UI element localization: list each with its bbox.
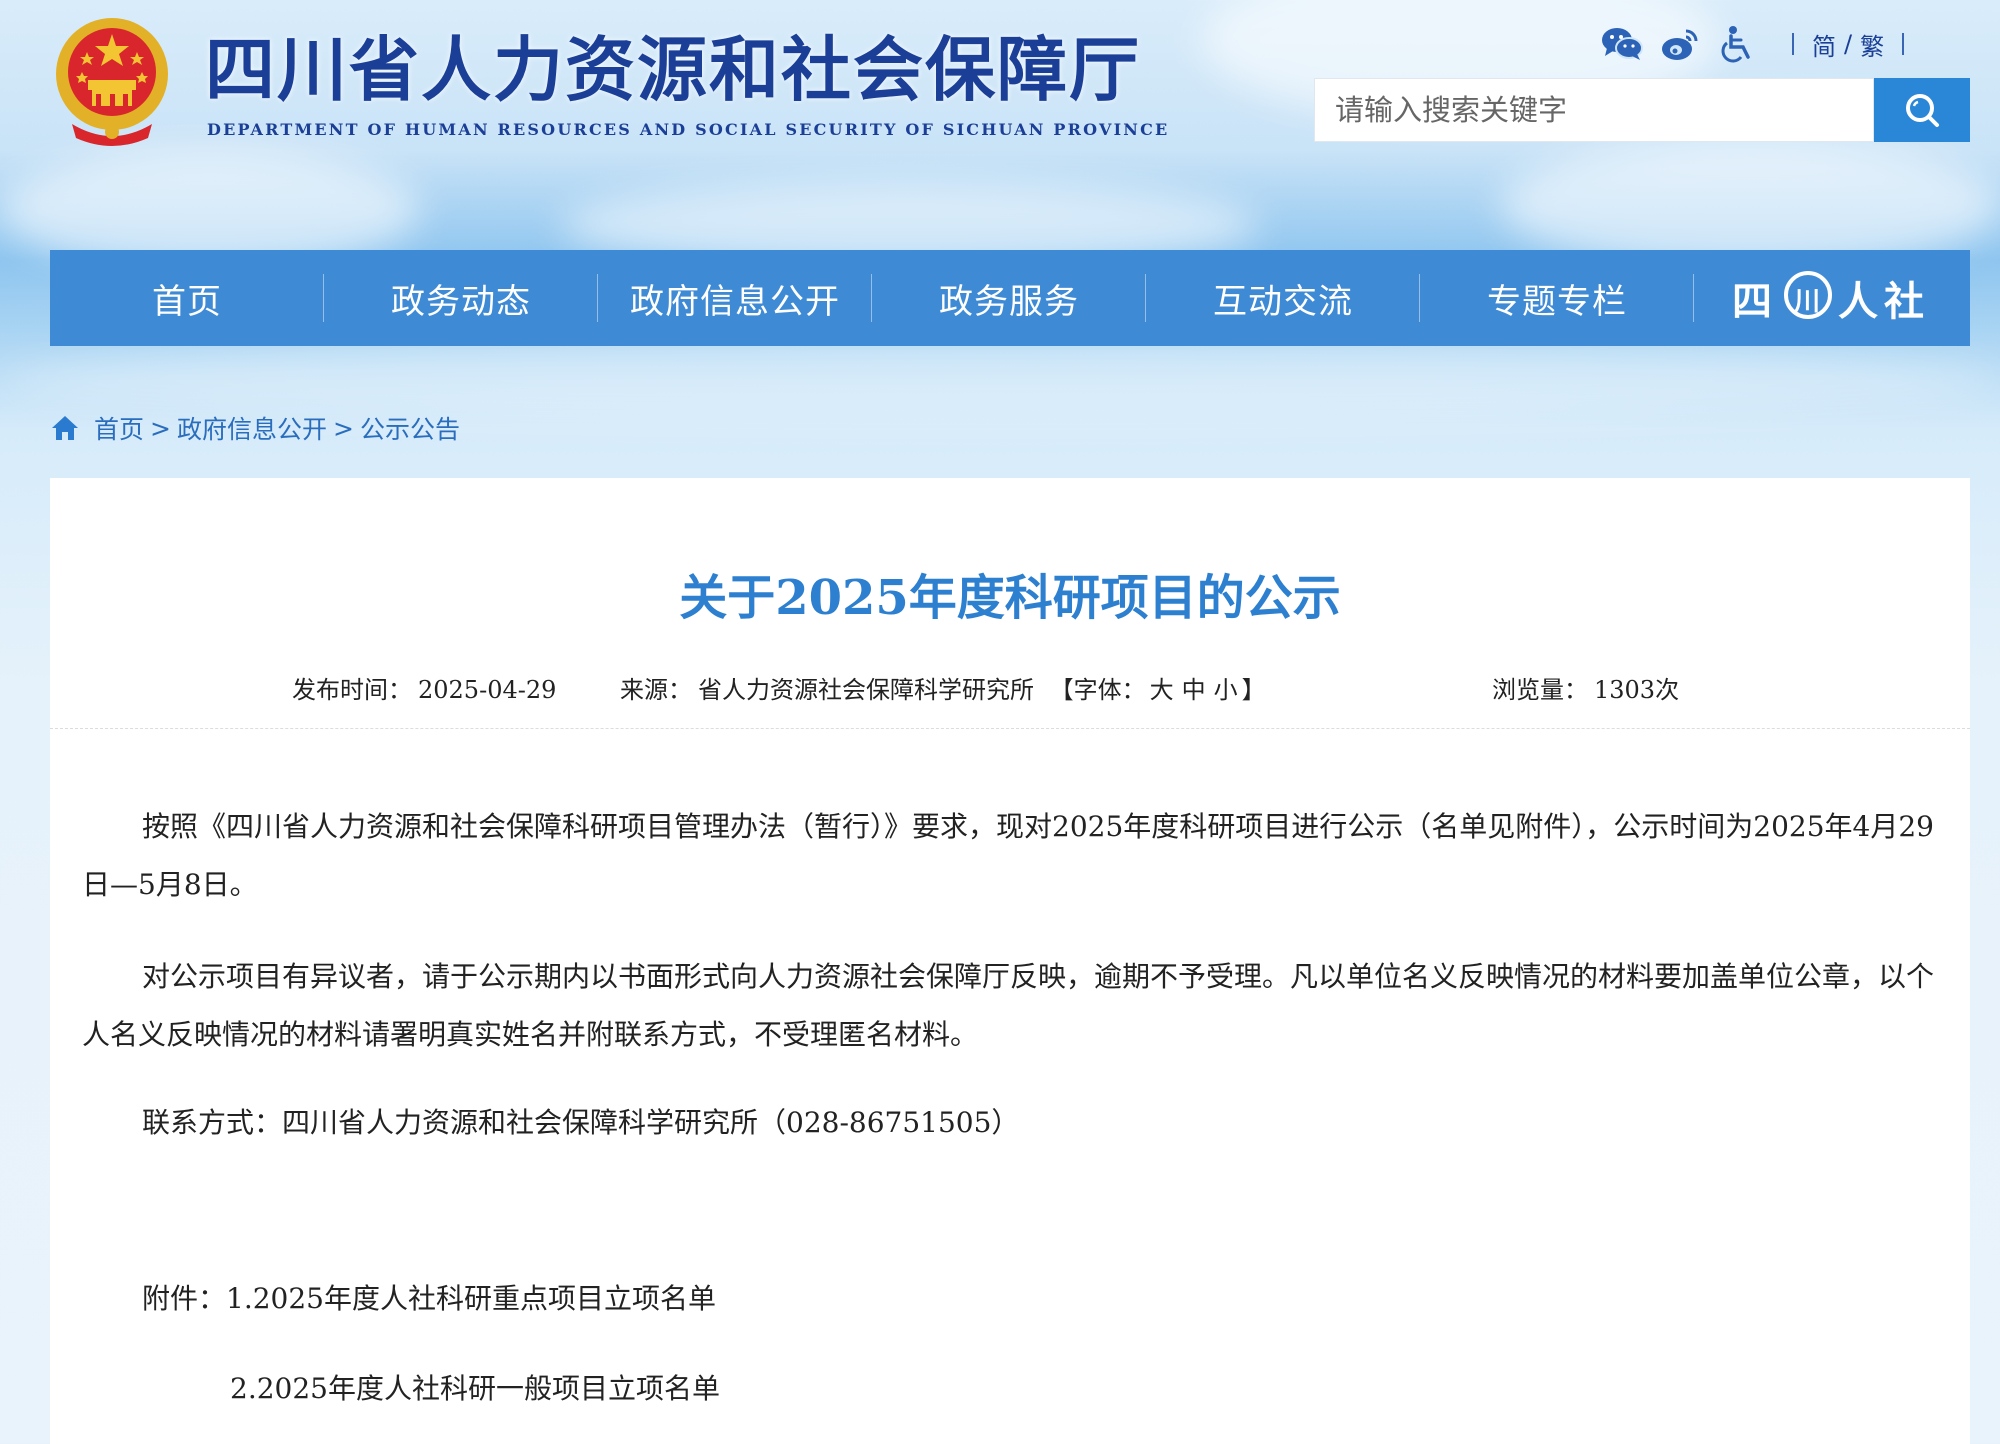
body-paragraph: 按照《四川省人力资源和社会保障科研项目管理办法（暂行）》要求，现对2025年度科…	[82, 810, 1934, 901]
publish-label: 发布时间：	[292, 676, 412, 704]
language-switch: 简 / 繁	[1812, 27, 1884, 62]
breadcrumb: 首页 > 政府信息公开 > 公示公告	[50, 410, 460, 446]
publish-date: 2025-04-29	[418, 676, 557, 704]
attachment-link[interactable]: 2.2025年度人社科研一般项目立项名单	[82, 1360, 1938, 1418]
nav-item-info-disclosure[interactable]: 政府信息公开	[598, 250, 872, 346]
breadcrumb-separator: >	[150, 413, 171, 443]
national-emblem-icon	[56, 18, 168, 146]
font-size-label: 【字体：	[1049, 676, 1146, 704]
site-subtitle: DEPARTMENT OF HUMAN RESOURCES AND SOCIAL…	[207, 120, 1170, 139]
body-paragraph: 对公示项目有异议者，请于公示期内以书面形式向人力资源社会保障厅反映，逾期不予受理…	[82, 960, 1935, 1051]
sichuan-hrss-logo[interactable]: 四川人社	[1694, 250, 1968, 346]
search-input[interactable]	[1314, 78, 1874, 142]
font-small-button[interactable]: 小	[1214, 676, 1238, 704]
site-header: 四川省人力资源和社会保障厅 DEPARTMENT OF HUMAN RESOUR…	[0, 0, 2000, 240]
weibo-icon[interactable]	[1658, 24, 1702, 64]
logo-text-chuan: 川	[1794, 287, 1827, 317]
source-info: 来源： 省人力资源社会保障科学研究所 【字体：大中小】	[620, 670, 1266, 705]
views-count: 1303次	[1594, 676, 1680, 704]
search-icon	[1906, 94, 1939, 127]
font-medium-button[interactable]: 中	[1182, 676, 1206, 704]
breadcrumb-info-disclosure-link[interactable]: 政府信息公开	[177, 410, 327, 446]
logo-ring: 川	[1784, 271, 1832, 319]
header-tools: 简 / 繁	[1600, 22, 1960, 66]
lang-separator: /	[1844, 30, 1853, 58]
wechat-icon[interactable]	[1600, 24, 1644, 64]
views-label: 浏览量：	[1492, 676, 1588, 704]
nav-item-services[interactable]: 政务服务	[872, 250, 1146, 346]
publish-info: 发布时间： 2025-04-29	[292, 670, 556, 705]
nav-item-topics[interactable]: 专题专栏	[1420, 250, 1694, 346]
breadcrumb-separator: >	[332, 413, 354, 443]
divider	[50, 728, 1970, 729]
font-large-button[interactable]: 大	[1150, 676, 1174, 704]
accessibility-icon[interactable]	[1716, 24, 1760, 64]
search-button[interactable]	[1874, 78, 1970, 142]
divider	[1902, 33, 1905, 55]
nav-item-news[interactable]: 政务动态	[324, 250, 598, 346]
search-bar	[1314, 78, 1970, 142]
breadcrumb-notice-link[interactable]: 公示公告	[360, 410, 460, 446]
nav-item-interaction[interactable]: 互动交流	[1146, 250, 1420, 346]
cloud-decoration	[0, 340, 2000, 420]
article-body: 按照《四川省人力资源和社会保障科研项目管理办法（暂行）》要求，现对2025年度科…	[82, 798, 1938, 1418]
nav-item-home[interactable]: 首页	[50, 250, 324, 346]
article-meta: 发布时间： 2025-04-29 来源： 省人力资源社会保障科学研究所 【字体：大中…	[50, 670, 1970, 710]
main-nav: 首页 政务动态 政府信息公开 政务服务 互动交流 专题专栏 四川人社	[50, 250, 1970, 346]
logo-text-renshe: 人社	[1838, 278, 1930, 325]
breadcrumb-home-link[interactable]: 首页	[94, 410, 144, 446]
attachment-link[interactable]: 附件：1.2025年度人社科研重点项目立项名单	[82, 1270, 1938, 1328]
source-value: 省人力资源社会保障科学研究所	[698, 676, 1034, 704]
home-icon	[52, 416, 78, 440]
lang-simplified-link[interactable]: 简	[1812, 27, 1836, 62]
logo-text-si: 四	[1732, 278, 1778, 325]
article-panel: 关于2025年度科研项目的公示 发布时间： 2025-04-29 来源： 省人力资源…	[50, 478, 1970, 1444]
contact-paragraph: 联系方式：四川省人力资源和社会保障科学研究所（028-86751505）	[142, 1106, 1020, 1139]
divider	[1792, 33, 1794, 55]
lang-traditional-link[interactable]: 繁	[1860, 27, 1884, 62]
font-size-label-close: 】	[1241, 676, 1266, 704]
source-label: 来源：	[620, 676, 692, 704]
site-title: 四川省人力资源和社会保障厅	[205, 28, 1141, 111]
views-info: 浏览量： 1303次	[1492, 670, 1679, 705]
article-title: 关于2025年度科研项目的公示	[679, 570, 1341, 626]
